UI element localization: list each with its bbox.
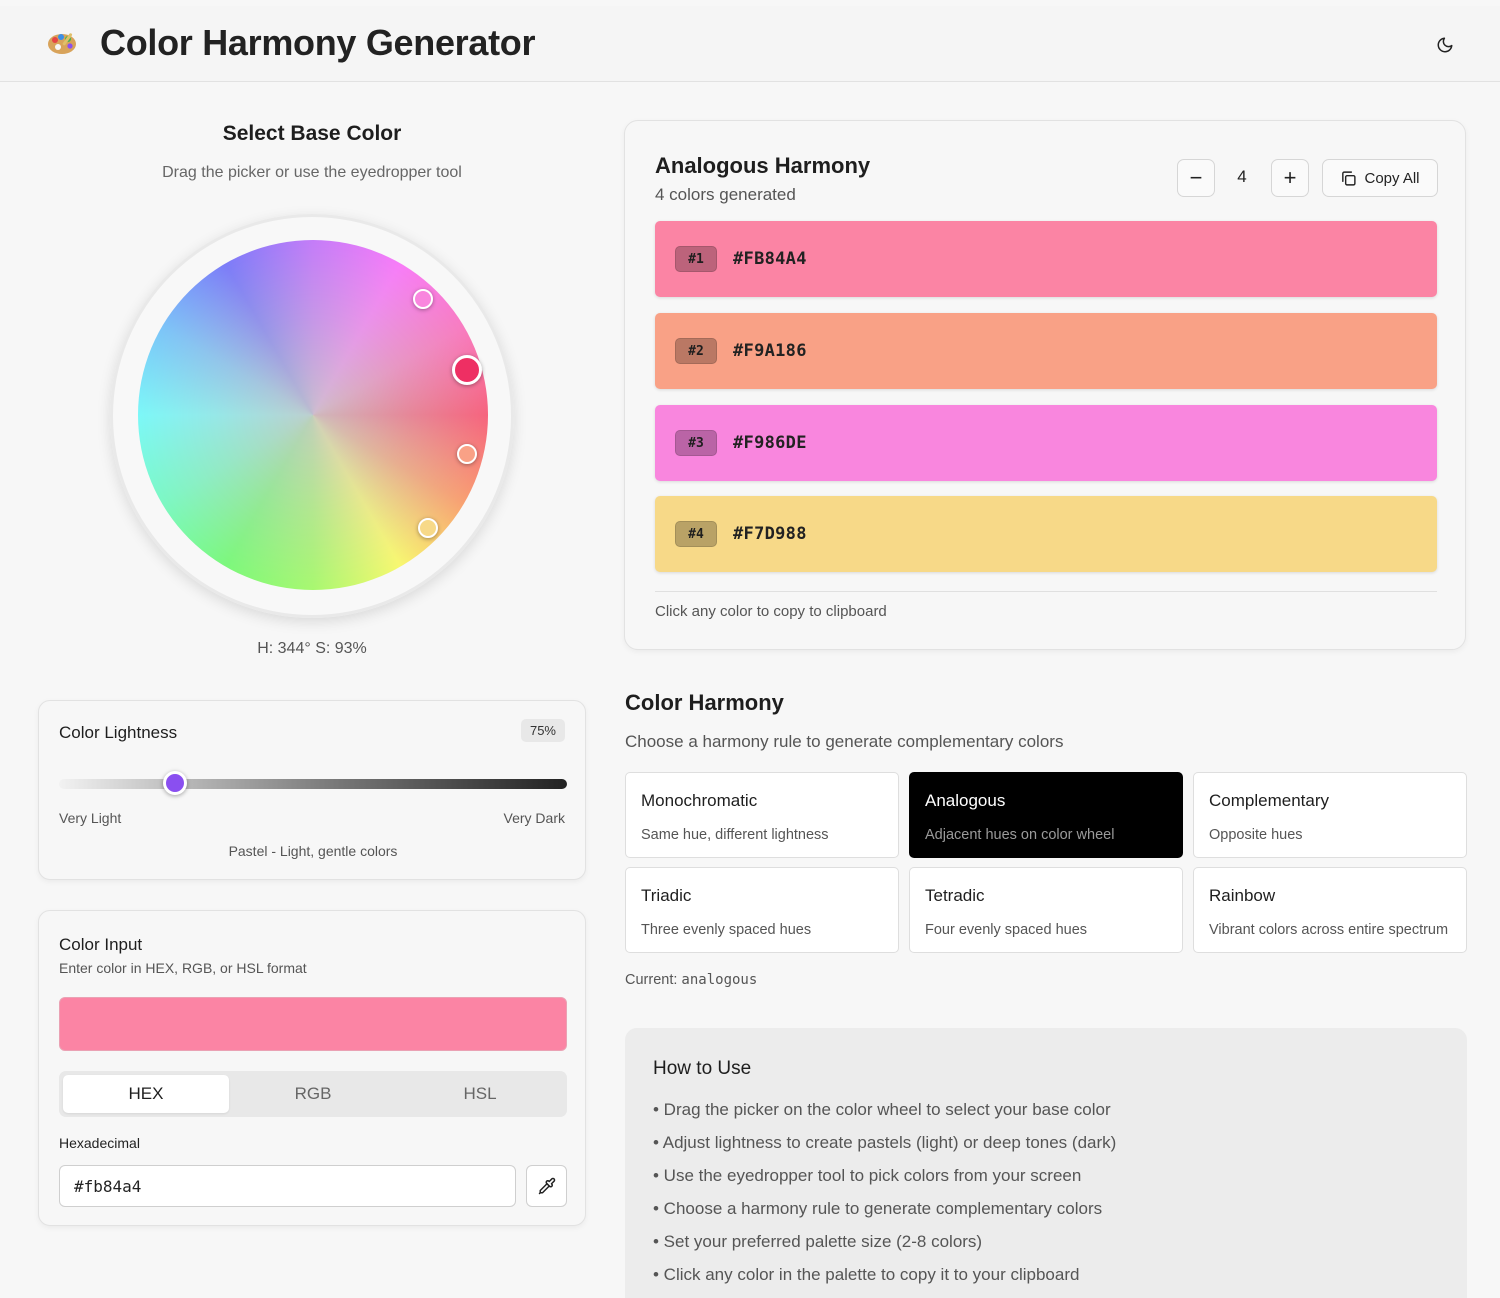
harmony-option-triadic[interactable]: Triadic Three evenly spaced hues: [625, 867, 899, 953]
hue-saturation-readout: H: 344° S: 93%: [257, 640, 367, 657]
palette-hint: Click any color to copy to clipboard: [655, 603, 887, 620]
current-harmony-value: analogous: [681, 972, 758, 988]
harmony-marker-2[interactable]: [457, 444, 477, 464]
harmony-option-name: Monochromatic: [641, 791, 758, 810]
current-harmony-label: Current:: [625, 972, 678, 988]
palette-color-hex: #F986DE: [733, 433, 807, 453]
copy-icon: [1342, 170, 1357, 186]
harmony-subtitle: Choose a harmony rule to generate comple…: [625, 732, 1064, 751]
lightness-title: Color Lightness: [59, 723, 178, 742]
color-wheel[interactable]: [138, 240, 488, 590]
palette-subtitle: 4 colors generated: [655, 185, 796, 204]
hex-field-label: Hexadecimal: [59, 1135, 140, 1151]
eyedropper-button[interactable]: [526, 1165, 567, 1207]
theme-toggle-button[interactable]: [1430, 30, 1460, 60]
palette-color-hex: #F7D988: [733, 524, 807, 544]
harmony-option-desc: Adjacent hues on color wheel: [925, 827, 1115, 843]
harmony-option-complementary[interactable]: Complementary Opposite hues: [1193, 772, 1467, 858]
picker-subtitle: Drag the picker or use the eyedropper to…: [162, 164, 462, 181]
list-item: • Choose a harmony rule to generate comp…: [653, 1199, 1103, 1218]
palette-color-row[interactable]: #4 #F7D988: [655, 496, 1437, 572]
palette-color-index: #2: [675, 338, 717, 364]
format-tabs: HEX RGB HSL: [59, 1071, 567, 1117]
lightness-max-label: Very Dark: [503, 810, 565, 826]
list-item: • Drag the picker on the color wheel to …: [653, 1100, 1111, 1119]
palette-count: 4: [1237, 167, 1247, 186]
harmony-option-name: Analogous: [925, 791, 1006, 810]
hex-input[interactable]: [59, 1165, 516, 1207]
harmony-option-desc: Four evenly spaced hues: [925, 922, 1088, 938]
how-to-use-list: • Drag the picker on the color wheel to …: [653, 1100, 1116, 1298]
list-item: • Click any color in the palette to copy…: [653, 1265, 1080, 1284]
palette-title: Analogous Harmony: [655, 153, 871, 178]
palette-color-index: #1: [675, 246, 717, 272]
palette-divider: [655, 591, 1437, 592]
palette-color-hex: #FB84A4: [733, 249, 807, 269]
lightness-value-badge: 75%: [520, 719, 565, 742]
harmony-marker-3[interactable]: [413, 289, 433, 309]
palette-color-row[interactable]: #1 #FB84A4: [655, 221, 1437, 297]
palette-color-index: #4: [675, 521, 717, 547]
color-input-title: Color Input: [59, 935, 143, 954]
color-preview-swatch: [59, 997, 567, 1051]
increase-count-button[interactable]: +: [1271, 159, 1309, 197]
app-title: Color Harmony Generator: [100, 22, 536, 63]
palette-color-hex: #F9A186: [733, 341, 807, 361]
palette-color-row[interactable]: #3 #F986DE: [655, 405, 1437, 481]
palette-card: Analogous Harmony 4 colors generated − 4…: [624, 120, 1466, 650]
current-harmony: Current: analogous: [625, 972, 757, 988]
harmony-marker-4[interactable]: [418, 518, 438, 538]
color-wheel-frame: [110, 214, 514, 618]
how-to-use-title: How to Use: [653, 1058, 752, 1079]
color-input-subtitle: Enter color in HEX, RGB, or HSL format: [59, 960, 307, 976]
lightness-card: Color Lightness 75% Very Light Very Dark…: [38, 700, 586, 880]
decrease-count-button[interactable]: −: [1177, 159, 1215, 197]
palette-color-index: #3: [675, 430, 717, 456]
harmony-option-name: Tetradic: [925, 886, 985, 905]
list-item: • Adjust lightness to create pastels (li…: [653, 1133, 1117, 1152]
palette-color-row[interactable]: #2 #F9A186: [655, 313, 1437, 389]
harmony-option-name: Rainbow: [1209, 886, 1276, 905]
lightness-slider-track[interactable]: [59, 779, 567, 789]
harmony-option-desc: Vibrant colors across entire spectrum: [1209, 922, 1449, 938]
moon-icon: [1437, 37, 1453, 53]
copy-all-button[interactable]: Copy All: [1322, 159, 1438, 197]
tab-rgb[interactable]: RGB: [230, 1075, 396, 1113]
lightness-min-label: Very Light: [59, 810, 122, 826]
copy-all-label: Copy All: [1364, 169, 1420, 187]
tab-hsl[interactable]: HSL: [397, 1075, 563, 1113]
harmony-option-name: Complementary: [1209, 791, 1329, 810]
harmony-option-analogous[interactable]: Analogous Adjacent hues on color wheel: [909, 772, 1183, 858]
eyedropper-icon: [538, 1177, 555, 1195]
base-color-picker[interactable]: [452, 355, 482, 385]
tab-hex[interactable]: HEX: [63, 1075, 229, 1113]
harmony-option-rainbow[interactable]: Rainbow Vibrant colors across entire spe…: [1193, 867, 1467, 953]
list-item: • Use the eyedropper tool to pick colors…: [653, 1166, 1082, 1185]
harmony-option-name: Triadic: [641, 886, 692, 905]
lightness-description: Pastel - Light, gentle colors: [228, 843, 398, 859]
harmony-option-monochromatic[interactable]: Monochromatic Same hue, different lightn…: [625, 772, 899, 858]
harmony-option-desc: Same hue, different lightness: [641, 827, 829, 843]
harmony-title: Color Harmony: [625, 690, 784, 715]
harmony-option-tetradic[interactable]: Tetradic Four evenly spaced hues: [909, 867, 1183, 953]
app-header: Color Harmony Generator: [0, 6, 1500, 82]
palette-icon: [48, 33, 76, 54]
harmony-option-desc: Three evenly spaced hues: [641, 922, 812, 938]
harmony-option-desc: Opposite hues: [1209, 827, 1303, 843]
list-item: • Set your preferred palette size (2-8 c…: [653, 1232, 983, 1251]
how-to-use-panel: How to Use • Drag the picker on the colo…: [625, 1028, 1467, 1298]
lightness-slider-thumb[interactable]: [163, 771, 187, 795]
picker-title: Select Base Color: [222, 122, 402, 145]
color-input-card: Color Input Enter color in HEX, RGB, or …: [38, 910, 586, 1226]
